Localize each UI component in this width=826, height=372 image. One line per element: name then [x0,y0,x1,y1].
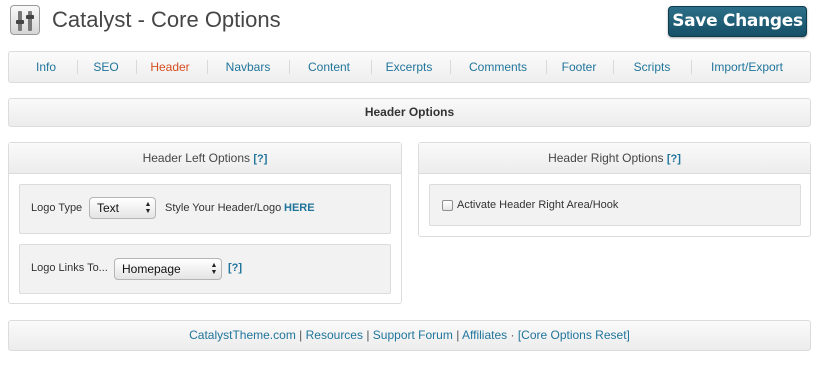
activate-right-row: Activate Header Right Area/Hook [429,184,801,226]
panel-title-text: Header Right Options [548,151,664,165]
updown-arrows-icon: ▲ ▼ [144,201,152,215]
tab-divider [207,60,208,74]
footer-separator: | [366,328,370,342]
logo-type-row: Logo Type Text ▲ ▼ Style Your Header/Logo… [19,184,391,234]
resources-link[interactable]: Resources [306,328,363,342]
style-header-link[interactable]: HERE [284,202,315,214]
tab-divider [77,60,78,74]
tab-divider [371,60,372,74]
core-options-reset-link[interactable]: [Core Options Reset] [518,328,630,342]
activate-right-checkbox[interactable] [442,200,453,211]
footer-separator: · [510,328,515,342]
save-changes-button[interactable]: Save Changes [668,6,807,37]
tab-excerpts[interactable]: Excerpts [375,52,443,82]
logo-type-label: Logo Type [31,202,83,214]
tab-scripts[interactable]: Scripts [617,52,687,82]
support-forum-link[interactable]: Support Forum [373,328,453,342]
tab-divider [289,60,290,74]
logo-links-value: Homepage [122,262,181,276]
tab-footer[interactable]: Footer [550,52,608,82]
tab-navbars[interactable]: Navbars [211,52,285,82]
panel-title-text: Header Left Options [142,151,250,165]
tab-content[interactable]: Content [293,52,365,82]
catalysttheme-link[interactable]: CatalystTheme.com [189,328,296,342]
tab-header[interactable]: Header [140,52,200,82]
logo-links-label: Logo Links To... [31,262,108,274]
help-link[interactable]: [?] [228,262,242,274]
logo-links-row: Logo Links To... Homepage ▲ ▼ [?] [19,244,391,294]
help-link[interactable]: [?] [253,153,267,165]
tab-divider [613,60,614,74]
tab-import-export[interactable]: Import/Export [695,52,799,82]
updown-arrows-icon: ▲ ▼ [210,262,218,276]
tab-divider [691,60,692,74]
logo-type-select[interactable]: Text ▲ ▼ [89,197,156,219]
tab-comments[interactable]: Comments [455,52,541,82]
tab-divider [546,60,547,74]
activate-right-label: Activate Header Right Area/Hook [457,199,619,211]
header-left-panel: Header Left Options [?] Logo Type Text ▲… [8,142,402,304]
footer-separator: | [299,328,303,342]
catalyst-logo-icon [10,5,40,35]
help-link[interactable]: [?] [667,153,681,165]
tab-divider [136,60,137,74]
logo-type-value: Text [97,201,120,215]
affiliates-link[interactable]: Affiliates [462,328,507,342]
section-title: Header Options [8,98,811,127]
logo-links-select[interactable]: Homepage ▲ ▼ [114,258,222,280]
header-right-panel-title: Header Right Options [?] [419,143,810,174]
style-header-text: Style Your Header/Logo [165,202,282,214]
tab-divider [450,60,451,74]
options-tabbar: Info SEO Header Navbars Content Excerpts… [8,51,811,83]
header-right-panel: Header Right Options [?] Activate Header… [418,142,811,237]
tab-info[interactable]: Info [21,52,71,82]
footer-links: CatalystTheme.com | Resources | Support … [8,320,811,351]
page-title: Catalyst - Core Options [52,7,281,32]
tab-seo[interactable]: SEO [81,52,131,82]
header-left-panel-title: Header Left Options [?] [9,143,401,174]
footer-separator: | [456,328,460,342]
